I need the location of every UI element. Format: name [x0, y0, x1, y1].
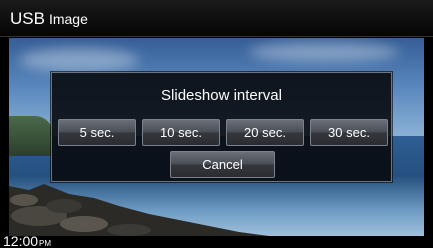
photo-cloud [249, 42, 399, 62]
slideshow-interval-dialog: Slideshow interval 5 sec. 10 sec. 20 sec… [51, 72, 392, 182]
photo-rocks [9, 184, 269, 236]
clock-ampm: PM [39, 239, 52, 248]
page-title: USB Image [10, 9, 88, 29]
screen: USB Image Slideshow interval 5 sec. 10 se… [0, 0, 433, 248]
clock-time: 12:00 [3, 233, 39, 248]
title-main: USB [10, 9, 45, 28]
dialog-title: Slideshow interval [161, 87, 282, 104]
cancel-button[interactable]: Cancel [170, 151, 275, 178]
photo-headland [9, 116, 53, 156]
interval-5-sec-button[interactable]: 5 sec. [58, 119, 136, 146]
title-sub: Image [48, 11, 88, 27]
photo-cloud [19, 48, 139, 72]
title-bar: USB Image [0, 0, 433, 37]
clock: 12:00PM [3, 233, 51, 248]
interval-30-sec-button[interactable]: 30 sec. [310, 119, 388, 146]
interval-10-sec-button[interactable]: 10 sec. [142, 119, 220, 146]
interval-20-sec-button[interactable]: 20 sec. [226, 119, 304, 146]
